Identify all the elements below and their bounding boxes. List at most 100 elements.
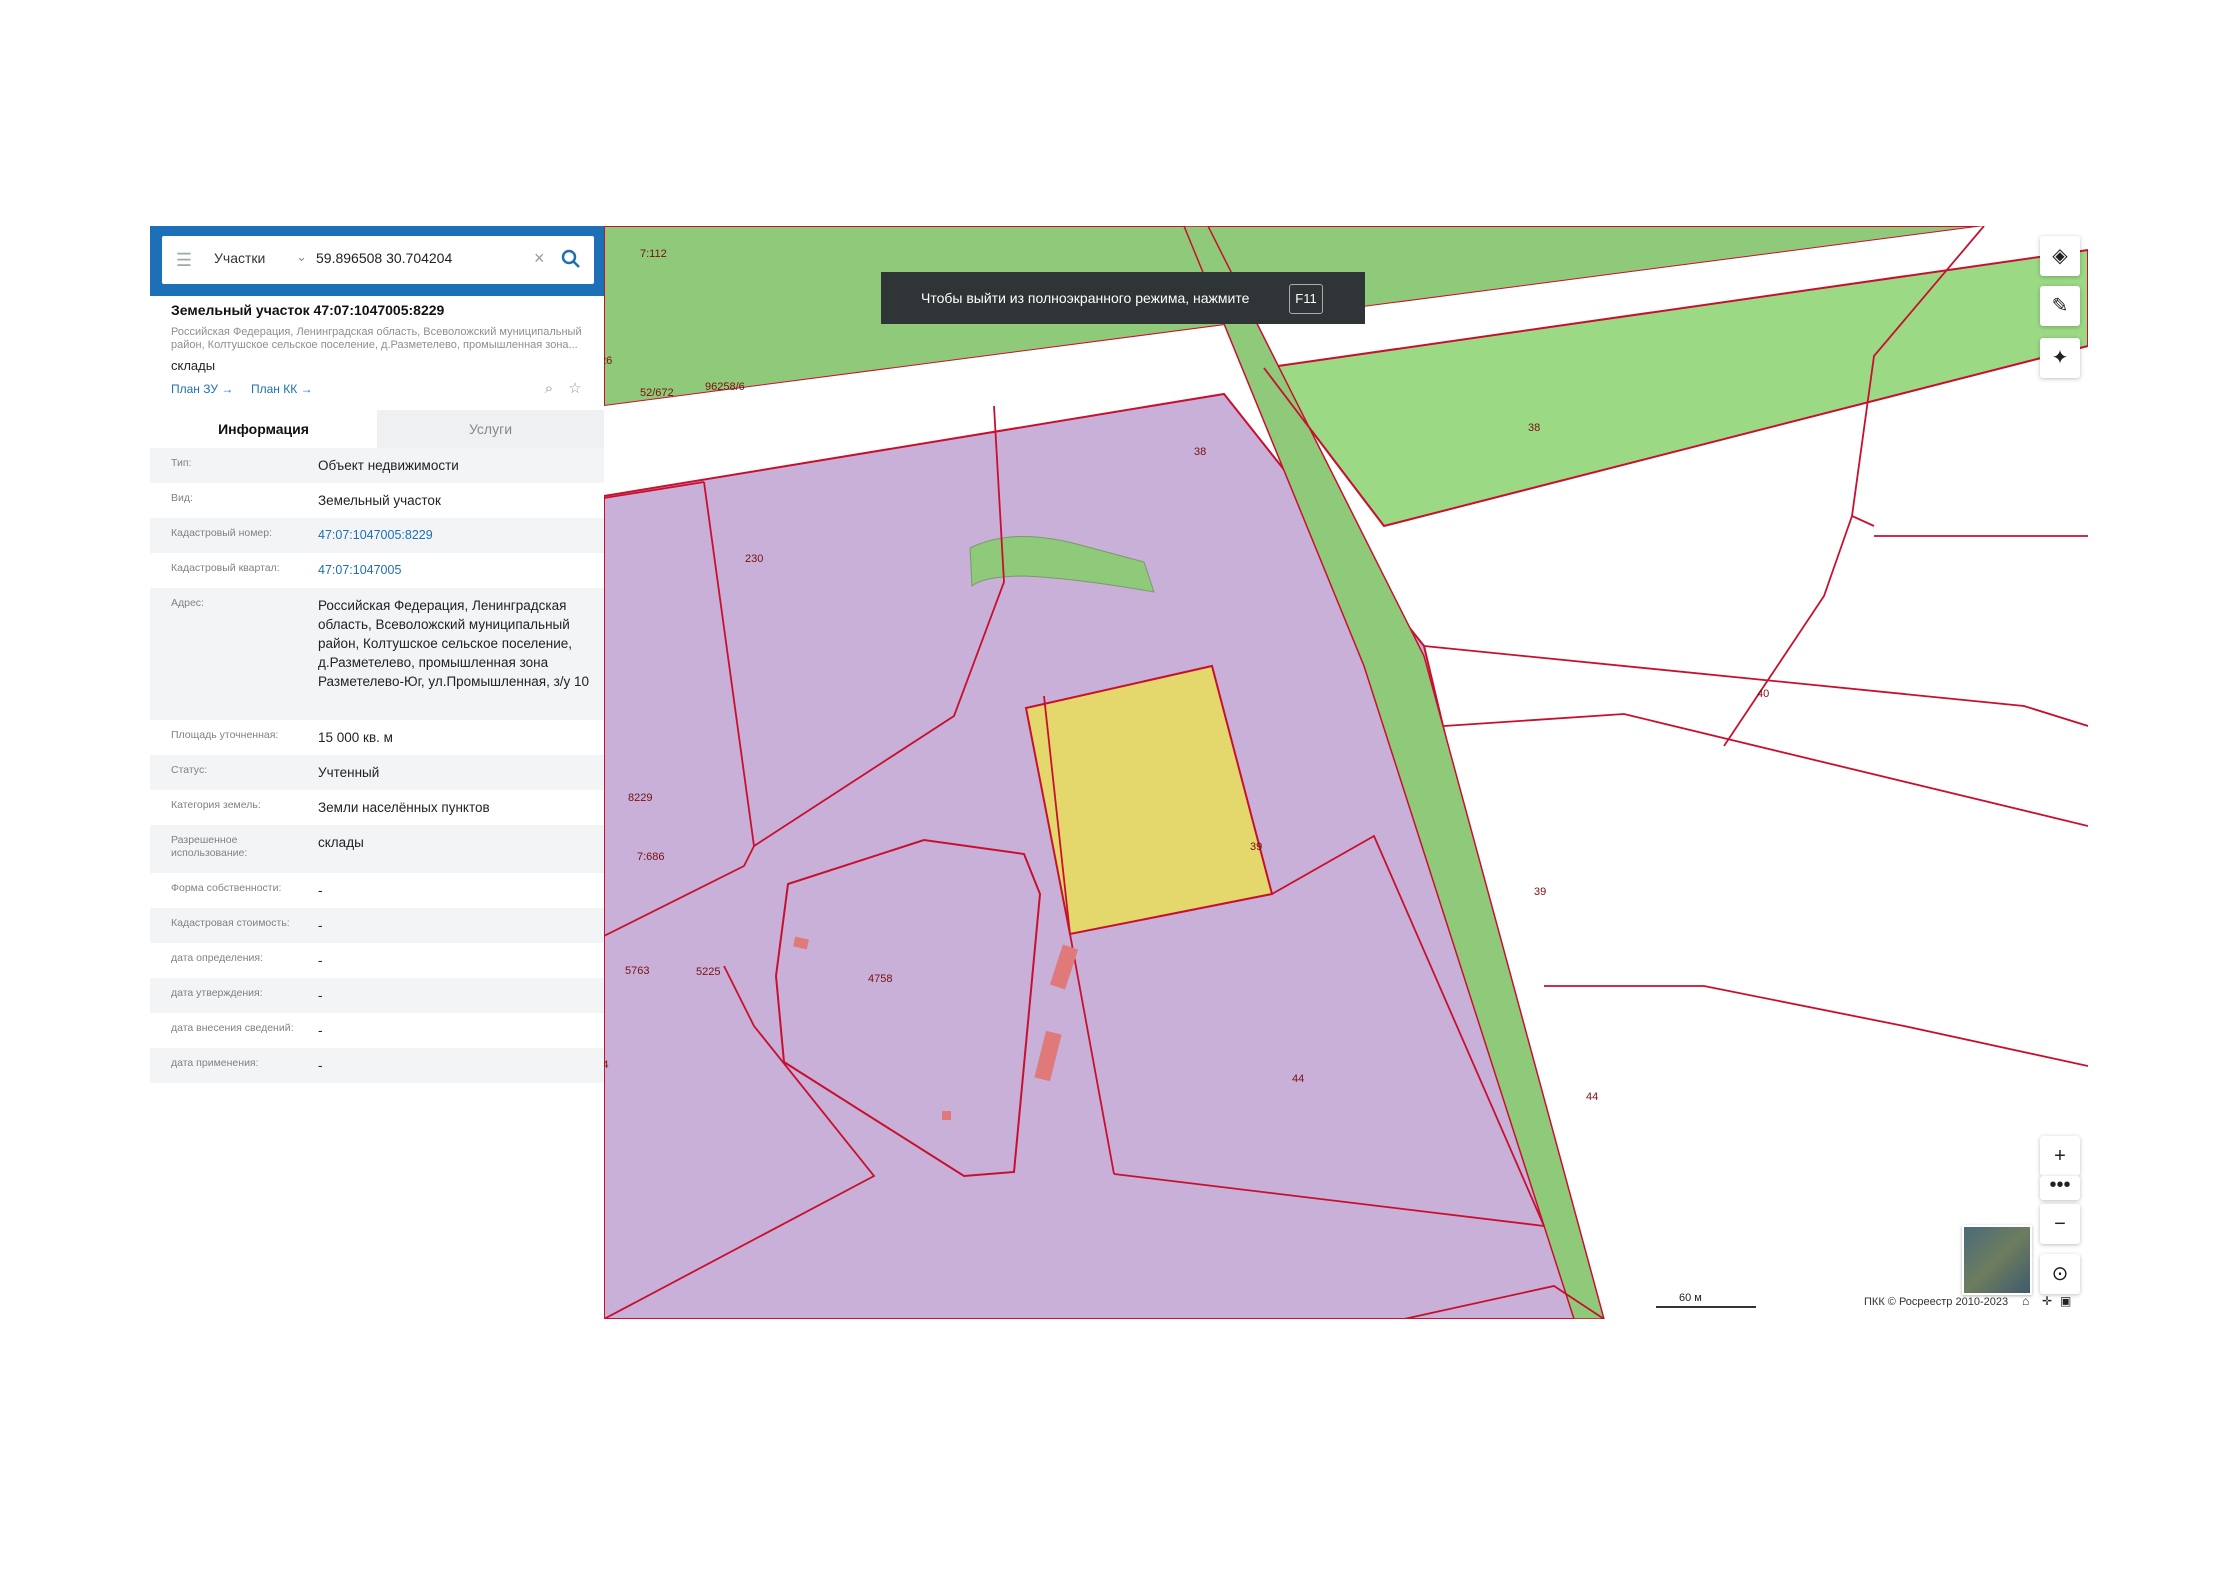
property-label: Вид:	[171, 492, 193, 504]
property-label: Разрешенное использование:	[171, 834, 248, 859]
compass-button[interactable]: ⊙	[2040, 1254, 2080, 1294]
parcel-label: 38	[1194, 446, 1206, 458]
property-value: -	[318, 1023, 323, 1038]
properties-list: Тип: Объект недвижимости Вид: Земельный уча…	[150, 448, 604, 1083]
search-type-select[interactable]: Участки	[214, 250, 265, 266]
map-view[interactable]: 3797:1122652/67296258/638382302138226822…	[604, 226, 2088, 1319]
layers-button[interactable]: ◈	[2040, 236, 2080, 276]
search-bar: ☰ Участки ⌄ 59.896508 30.704204 × ‹	[150, 226, 620, 296]
property-label: Кадастровая стоимость:	[171, 917, 290, 929]
property-label: дата определения:	[171, 952, 264, 964]
object-address: Российская Федерация, Ленинградская обла…	[171, 326, 582, 351]
parcel-label: 8229	[628, 792, 652, 804]
search-input[interactable]: 59.896508 30.704204	[316, 250, 452, 266]
parcel-label: 5763	[625, 965, 649, 977]
property-row: Форма собственности: -	[150, 873, 604, 908]
property-label: Кадастровый квартал:	[171, 562, 280, 574]
crosshair-icon[interactable]: ✛	[2042, 1294, 2052, 1308]
tabs: Информация Услуги	[150, 410, 604, 448]
tab-services[interactable]: Услуги	[377, 410, 604, 448]
more-icon[interactable]: •••	[2040, 1175, 2080, 1200]
parcel-label: 52/672	[640, 387, 674, 399]
zoom-in-button[interactable]: +	[2040, 1136, 2080, 1176]
property-row: Категория земель: Земли населённых пункто…	[150, 790, 604, 825]
parcel-label: 38	[1528, 422, 1540, 434]
property-value: склады	[318, 835, 364, 850]
property-row: дата применения: -	[150, 1048, 604, 1083]
object-use: склады	[171, 358, 216, 373]
minimap[interactable]	[1962, 1225, 2032, 1295]
scale-label: 60 м	[1679, 1292, 1702, 1304]
locate-button[interactable]: ✦	[2040, 338, 2080, 378]
property-row: Кадастровый номер: 47:07:1047005:8229	[150, 518, 604, 553]
property-value: -	[318, 988, 323, 1003]
property-value: -	[318, 918, 323, 933]
property-label: Кадастровый номер:	[171, 527, 273, 539]
menu-icon[interactable]: ☰	[172, 248, 196, 272]
property-value: -	[318, 883, 323, 898]
parcel-label: 44	[1586, 1091, 1598, 1103]
property-label: Адрес:	[171, 597, 204, 609]
preview-icon[interactable]: ⌕	[540, 380, 558, 398]
plan-zu-link[interactable]: План ЗУ →	[171, 382, 233, 396]
parcel-label: 7:686	[637, 851, 665, 863]
property-row: Кадастровый квартал: 47:07:1047005	[150, 553, 604, 588]
toast-key: F11	[1289, 284, 1323, 314]
app: ☰ Участки ⌄ 59.896508 30.704204 × ‹ Земе…	[150, 226, 2088, 1319]
property-row: дата определения: -	[150, 943, 604, 978]
ruler-button[interactable]: ✎	[2040, 286, 2080, 326]
property-label: дата внесения сведений:	[171, 1022, 294, 1034]
close-icon[interactable]: ×	[534, 248, 545, 269]
screen-icon[interactable]: ▣	[2060, 1294, 2071, 1308]
property-row: Тип: Объект недвижимости	[150, 448, 604, 483]
property-value: 15 000 кв. м	[318, 730, 393, 745]
parcel-label: 5764	[604, 1059, 608, 1071]
property-row: Статус: Учтенный	[150, 755, 604, 790]
property-value: Земельный участок	[318, 493, 441, 508]
parcel-label: 39	[1534, 886, 1546, 898]
property-row: Разрешенное использование: склады	[150, 825, 604, 873]
property-label: Статус:	[171, 764, 208, 776]
fullscreen-toast: Чтобы выйти из полноэкранного режима, на…	[881, 272, 1365, 324]
object-title: Земельный участок 47:07:1047005:8229	[171, 302, 445, 318]
chevron-down-icon[interactable]: ⌄	[296, 249, 307, 265]
property-label: Площадь уточненная:	[171, 729, 279, 741]
parcel-label: 4758	[868, 973, 892, 985]
parcel-label: 44	[1292, 1073, 1304, 1085]
property-value: -	[318, 953, 323, 968]
property-row: дата утверждения: -	[150, 978, 604, 1013]
property-link[interactable]: 47:07:1047005	[318, 561, 593, 580]
property-link[interactable]: 47:07:1047005:8229	[318, 526, 593, 545]
parcel-label: 26	[604, 355, 612, 367]
property-row: дата внесения сведений: -	[150, 1013, 604, 1048]
scale-bar	[1656, 1298, 1756, 1308]
property-row: Вид: Земельный участок	[150, 483, 604, 518]
parcel-label: 7:112	[640, 248, 667, 260]
sidebar: ☰ Участки ⌄ 59.896508 30.704204 × ‹ Земе…	[150, 226, 620, 1319]
property-label: Тип:	[171, 457, 192, 469]
parcel-label: 5225	[696, 966, 720, 978]
property-label: Категория земель:	[171, 799, 261, 811]
map-canvas[interactable]: 3797:1122652/67296258/638382302138226822…	[604, 226, 2088, 1319]
zoom-out-button[interactable]: −	[2040, 1204, 2080, 1244]
search-icon[interactable]	[560, 246, 582, 272]
property-label: дата применения:	[171, 1057, 259, 1069]
parcel-label: 39	[1250, 841, 1262, 853]
parcel-label: 96258/6	[705, 381, 745, 393]
home-icon[interactable]: ⌂	[2022, 1294, 2029, 1308]
property-label: Форма собственности:	[171, 882, 282, 894]
tab-info[interactable]: Информация	[150, 410, 377, 448]
parcel-label: 230	[745, 553, 763, 565]
star-icon[interactable]: ☆	[566, 380, 584, 398]
property-row: Кадастровая стоимость: -	[150, 908, 604, 943]
property-value: Объект недвижимости	[318, 458, 459, 473]
property-value: Учтенный	[318, 765, 380, 780]
property-value: -	[318, 1058, 323, 1073]
property-label: дата утверждения:	[171, 987, 263, 999]
parcel-label: 40	[1757, 688, 1769, 700]
plan-kk-link[interactable]: План КК →	[251, 382, 313, 396]
search-box: ☰ Участки ⌄ 59.896508 30.704204 ×	[162, 236, 594, 284]
copyright-text: ПКК © Росреестр 2010-2023	[1864, 1296, 2009, 1308]
property-value: Земли населённых пунктов	[318, 800, 490, 815]
property-value: Российская Федерация, Ленинградская обла…	[318, 598, 590, 689]
